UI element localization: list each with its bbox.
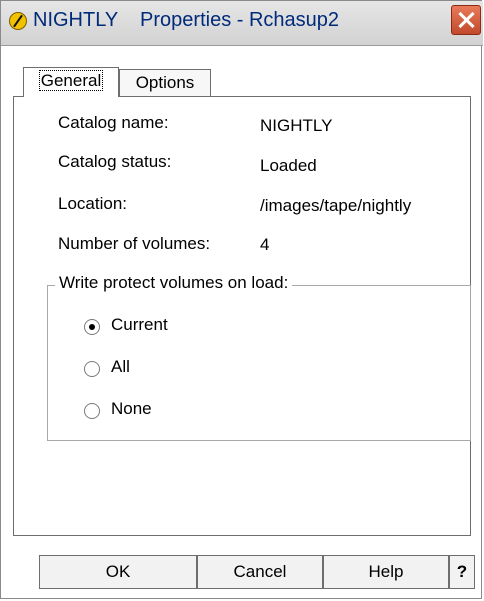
radio-current[interactable]: [84, 319, 100, 335]
tab-general[interactable]: General: [23, 67, 119, 97]
catalog-name-label: Catalog name:: [58, 113, 169, 132]
tab-options-label: Options: [135, 73, 195, 92]
title-bar[interactable]: NIGHTLY Properties - Rchasup2: [1, 1, 483, 46]
location-label: Location:: [58, 194, 127, 213]
cancel-button[interactable]: Cancel: [197, 555, 323, 589]
close-button[interactable]: [451, 5, 481, 35]
location-value: /images/tape/nightly: [260, 196, 412, 215]
write-protect-title: Write protect volumes on load:: [55, 273, 293, 293]
radio-none-label: None: [111, 399, 152, 418]
radio-all[interactable]: [84, 361, 100, 377]
number-of-volumes-label: Number of volumes:: [58, 234, 211, 253]
radio-current-label: Current: [111, 315, 168, 334]
tab-general-label: General: [38, 70, 104, 91]
catalog-name-value: NIGHTLY: [260, 116, 333, 135]
radio-none[interactable]: [84, 403, 100, 419]
number-of-volumes-value: 4: [260, 235, 270, 254]
catalog-status-value: Loaded: [260, 156, 317, 175]
catalog-icon: [9, 12, 27, 30]
catalog-status-label: Catalog status:: [58, 152, 172, 171]
help-button[interactable]: Help: [323, 555, 449, 589]
window-title: NIGHTLY Properties - Rchasup2: [33, 9, 340, 31]
radio-all-label: All: [111, 357, 130, 376]
properties-dialog: NIGHTLY Properties - Rchasup2 General Op…: [0, 0, 483, 599]
ok-button[interactable]: OK: [39, 555, 197, 589]
context-help-button[interactable]: ?: [449, 555, 475, 589]
tab-options[interactable]: Options: [119, 69, 211, 97]
